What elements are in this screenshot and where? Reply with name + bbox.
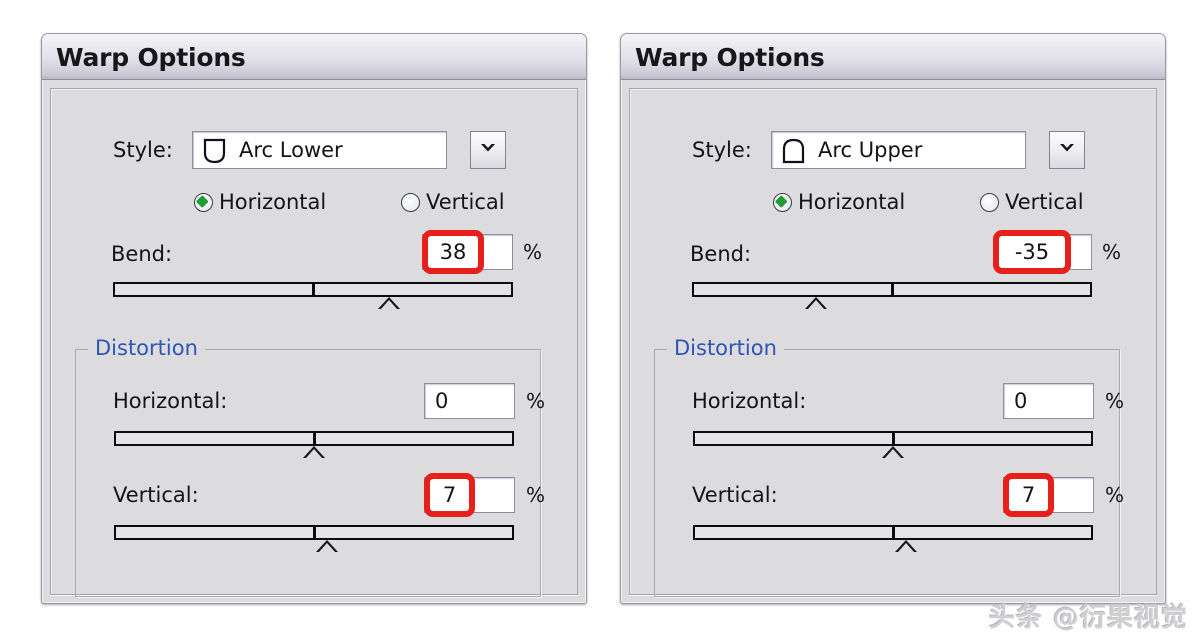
distortion-vertical-center-tick (313, 525, 316, 540)
distortion-vertical-value: 7 (442, 482, 457, 507)
distortion-horizontal-unit: % (1105, 389, 1125, 413)
orientation-radio-vertical[interactable]: Vertical (401, 190, 505, 214)
distortion-groupbox: Distortion Horizontal: 0 % Vertical: 7 % (75, 336, 545, 597)
dialog-body: Style: Arc Lower Horizontal Vertical Ben… (50, 88, 578, 597)
distortion-horizontal-input[interactable]: 0 (424, 383, 515, 419)
distortion-horizontal-label: Horizontal: (113, 389, 228, 413)
radio-vertical-icon (401, 192, 420, 212)
arc-upper-shape-icon (781, 138, 806, 164)
bend-value: 38 (439, 239, 467, 264)
style-label: Style: (113, 138, 173, 162)
orientation-horizontal-label: Horizontal (219, 190, 327, 214)
dialog-title: Warp Options (635, 43, 825, 72)
distortion-vertical-value: 7 (1021, 482, 1036, 507)
distortion-group-title: Distortion (667, 336, 784, 360)
distortion-horizontal-value: 0 (1014, 389, 1028, 413)
orientation-horizontal-label: Horizontal (798, 190, 906, 214)
arc-lower-shape-icon (202, 138, 227, 164)
bend-label: Bend: (690, 242, 752, 266)
orientation-vertical-label: Vertical (1005, 190, 1084, 214)
chevron-down-icon (1057, 141, 1077, 160)
dialog-titlebar[interactable]: Warp Options (42, 34, 586, 80)
distortion-group-title: Distortion (88, 336, 205, 360)
bend-slider-center-tick (312, 282, 315, 297)
distortion-vertical-value-highlight: 7 (424, 473, 475, 517)
warp-options-dialog-left[interactable]: Warp Options Style: Arc Lower Horizontal… (41, 33, 587, 604)
dialog-titlebar[interactable]: Warp Options (621, 34, 1165, 80)
style-dropdown-button[interactable] (1049, 131, 1085, 169)
radio-horizontal-icon (773, 192, 792, 212)
distortion-vertical-value-highlight: 7 (1003, 473, 1054, 517)
radio-vertical-icon (980, 192, 999, 212)
orientation-radio-horizontal[interactable]: Horizontal (194, 190, 326, 214)
watermark: 头条 @衍果视觉 (988, 603, 1188, 633)
style-value: Arc Upper (818, 138, 923, 162)
orientation-radio-horizontal[interactable]: Horizontal (773, 190, 905, 214)
bend-unit: % (523, 240, 543, 264)
style-combobox[interactable]: Arc Upper (771, 131, 1026, 169)
distortion-horizontal-value: 0 (435, 389, 449, 413)
distortion-vertical-unit: % (526, 483, 546, 507)
warp-options-dialog-right[interactable]: Warp Options Style: Arc Upper Horizontal… (620, 33, 1166, 604)
distortion-horizontal-unit: % (526, 389, 546, 413)
distortion-vertical-label: Vertical: (113, 483, 199, 507)
screenshot-root: Warp Options Style: Arc Lower Horizontal… (0, 0, 1200, 640)
bend-value-highlight: -35 (993, 230, 1071, 274)
style-label: Style: (692, 138, 752, 162)
radio-horizontal-icon (194, 192, 213, 212)
dialog-body: Style: Arc Upper Horizontal Vertical Ben… (629, 88, 1157, 597)
chevron-down-icon (478, 141, 498, 160)
distortion-groupbox: Distortion Horizontal: 0 % Vertical: 7 % (654, 336, 1124, 597)
distortion-horizontal-input[interactable]: 0 (1003, 383, 1094, 419)
bend-value: -35 (1014, 239, 1050, 264)
distortion-horizontal-label: Horizontal: (692, 389, 807, 413)
bend-label: Bend: (111, 242, 173, 266)
distortion-horizontal-center-tick (313, 431, 316, 446)
distortion-vertical-unit: % (1105, 483, 1125, 507)
bend-unit: % (1102, 240, 1122, 264)
distortion-vertical-center-tick (892, 525, 895, 540)
distortion-vertical-label: Vertical: (692, 483, 778, 507)
dialog-title: Warp Options (56, 43, 246, 72)
orientation-radio-vertical[interactable]: Vertical (980, 190, 1084, 214)
bend-slider-center-tick (891, 282, 894, 297)
bend-value-highlight: 38 (422, 230, 484, 274)
orientation-vertical-label: Vertical (426, 190, 505, 214)
style-value: Arc Lower (239, 138, 343, 162)
style-dropdown-button[interactable] (470, 131, 506, 169)
distortion-horizontal-center-tick (892, 431, 895, 446)
style-combobox[interactable]: Arc Lower (192, 131, 447, 169)
